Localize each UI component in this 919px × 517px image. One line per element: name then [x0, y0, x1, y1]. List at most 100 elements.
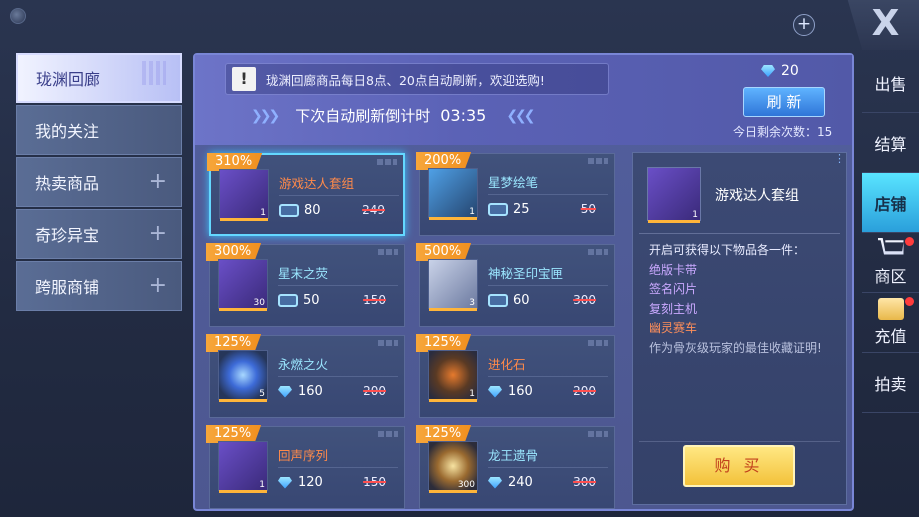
item-card[interactable]: 310% 1 游戏达人套组 80 249 [207, 153, 405, 236]
item-name: 星末之荧 [278, 266, 329, 281]
tab-label: 充值 [874, 327, 907, 346]
price-value: 160 [508, 384, 533, 399]
card-deco-icon [588, 249, 608, 255]
tab-sell[interactable]: 出售 [862, 53, 919, 113]
item-count: 3 [469, 298, 475, 308]
shop-panel: ! 珑渊回廊商品每日8点、20点自动刷新，欢迎选购! ❯❯❯ 下次自动刷新倒计时… [193, 53, 854, 511]
notice-text: 珑渊回廊商品每日8点、20点自动刷新，欢迎选购! [266, 72, 545, 88]
item-thumbnail: 1 [428, 168, 478, 220]
nav-item-cross-server-shop[interactable]: 跨服商铺 + [16, 261, 182, 311]
detail-item-thumbnail: 1 [647, 167, 701, 223]
item-price: 25 [488, 202, 530, 217]
diamond-icon [278, 476, 292, 489]
item-detail-panel: ⋮ 1 游戏达人套组 开启可获得以下物品各一件： 绝版卡带 签名闪片 复刻主机 … [632, 152, 847, 505]
price-value: 240 [508, 475, 533, 490]
item-card[interactable]: 125% 1 进化石 160 200 [416, 334, 615, 418]
diamond-icon [278, 385, 292, 398]
original-price: 150 [363, 475, 386, 489]
nav-item-label: 珑渊回廊 [36, 70, 101, 89]
card-deco-icon [588, 431, 608, 437]
item-count: 1 [692, 210, 698, 220]
nav-item-longyuan-gallery[interactable]: 珑渊回廊 [16, 53, 182, 103]
item-card[interactable]: 125% 1 回声序列 120 150 [206, 425, 405, 509]
price-value: 120 [298, 475, 323, 490]
buy-button[interactable]: 购 买 [683, 445, 795, 487]
refresh-button[interactable]: 刷 新 [743, 87, 825, 117]
notification-dot [905, 237, 914, 246]
nav-item-my-follows[interactable]: 我的关注 [16, 105, 182, 155]
item-thumbnail: 1 [218, 441, 268, 493]
diamond-balance-value: 20 [781, 63, 799, 79]
tab-auction[interactable]: 拍卖 [862, 353, 919, 413]
item-card[interactable]: 125% 300 龙王遗骨 240 300 [416, 425, 615, 509]
gift-icon [877, 298, 904, 320]
nav-item-rare-treasures[interactable]: 奇珍异宝 + [16, 209, 182, 259]
item-thumbnail: 300 [428, 441, 478, 493]
diamond-balance: 20 [761, 63, 799, 79]
detail-item-name: 游戏达人套组 [715, 188, 799, 204]
item-price: 120 [278, 475, 323, 490]
item-thumbnail: 5 [218, 350, 268, 402]
expand-icon[interactable]: + [149, 171, 167, 193]
card-deco-icon [588, 158, 608, 164]
original-price: 50 [580, 202, 596, 216]
left-nav: 珑渊回廊 我的关注 热卖商品 + 奇珍异宝 + 跨服商铺 + [16, 53, 182, 313]
tab-label: 出售 [874, 74, 907, 94]
tab-settle[interactable]: 结算 [862, 113, 919, 173]
chevrons-left-icon: ❮❮❮ [506, 107, 535, 124]
item-count: 1 [469, 389, 475, 399]
card-deco-icon [588, 340, 608, 346]
nav-item-label: 奇珍异宝 [35, 226, 100, 245]
tab-label: 结算 [874, 134, 907, 154]
item-card[interactable]: 200% 1 星梦绘笔 25 50 [416, 152, 615, 236]
item-card[interactable]: 500% 3 神秘圣印宝匣 60 300 [416, 243, 615, 327]
right-tab-bar: 出售 结算 店铺 商区 充值 拍卖 [862, 53, 919, 413]
item-thumbnail: 1 [219, 169, 269, 221]
original-price: 200 [573, 384, 596, 398]
expand-icon[interactable]: + [149, 223, 167, 245]
nav-item-label: 热卖商品 [35, 174, 100, 193]
reward-item: 复刻主机 [649, 301, 698, 316]
description-intro: 开启可获得以下物品各一件： [649, 243, 806, 257]
expand-icon[interactable]: + [149, 275, 167, 297]
exclamation-icon: ! [232, 67, 256, 91]
original-price: 200 [363, 384, 386, 398]
ticket-icon [279, 204, 299, 217]
reward-item: 绝版卡带 [649, 262, 698, 277]
tab-market[interactable]: 商区 [862, 233, 919, 293]
card-deco-icon [378, 340, 398, 346]
price-value: 160 [298, 384, 323, 399]
item-price: 160 [278, 384, 323, 399]
nav-item-label: 我的关注 [35, 122, 100, 141]
notice-banner: ! 珑渊回廊商品每日8点、20点自动刷新，欢迎选购! [225, 63, 609, 95]
notification-dot [905, 297, 914, 306]
item-count: 1 [260, 208, 266, 218]
tab-label: 店铺 [874, 194, 907, 214]
ticket-icon [488, 294, 508, 307]
more-options-icon[interactable]: ⋮ [834, 153, 845, 171]
close-button[interactable]: X [847, 0, 919, 50]
add-icon-button[interactable]: + [793, 14, 815, 36]
item-count: 30 [253, 298, 265, 308]
countdown-label: 下次自动刷新倒计时 [295, 107, 431, 125]
item-card[interactable]: 300% 30 星末之荧 50 150 [206, 243, 405, 327]
nav-item-label: 跨服商铺 [35, 278, 100, 297]
price-value: 80 [304, 203, 321, 218]
tab-label: 拍卖 [874, 374, 907, 394]
item-count: 1 [469, 207, 475, 217]
diamond-icon [761, 65, 775, 77]
tab-recharge[interactable]: 充值 [862, 293, 919, 353]
item-thumbnail: 3 [428, 259, 478, 311]
ticket-icon [278, 294, 298, 307]
item-count: 5 [259, 389, 265, 399]
item-price: 160 [488, 384, 533, 399]
original-price: 150 [363, 293, 386, 307]
tab-shop[interactable]: 店铺 [862, 173, 919, 233]
item-name: 星梦绘笔 [488, 175, 539, 190]
nav-item-hot-sale[interactable]: 热卖商品 + [16, 157, 182, 207]
countdown-time: 03:35 [440, 106, 487, 125]
item-count: 300 [457, 480, 475, 490]
item-card[interactable]: 125% 5 永燃之火 160 200 [206, 334, 405, 418]
price-value: 50 [303, 293, 320, 308]
item-name: 进化石 [488, 357, 526, 372]
